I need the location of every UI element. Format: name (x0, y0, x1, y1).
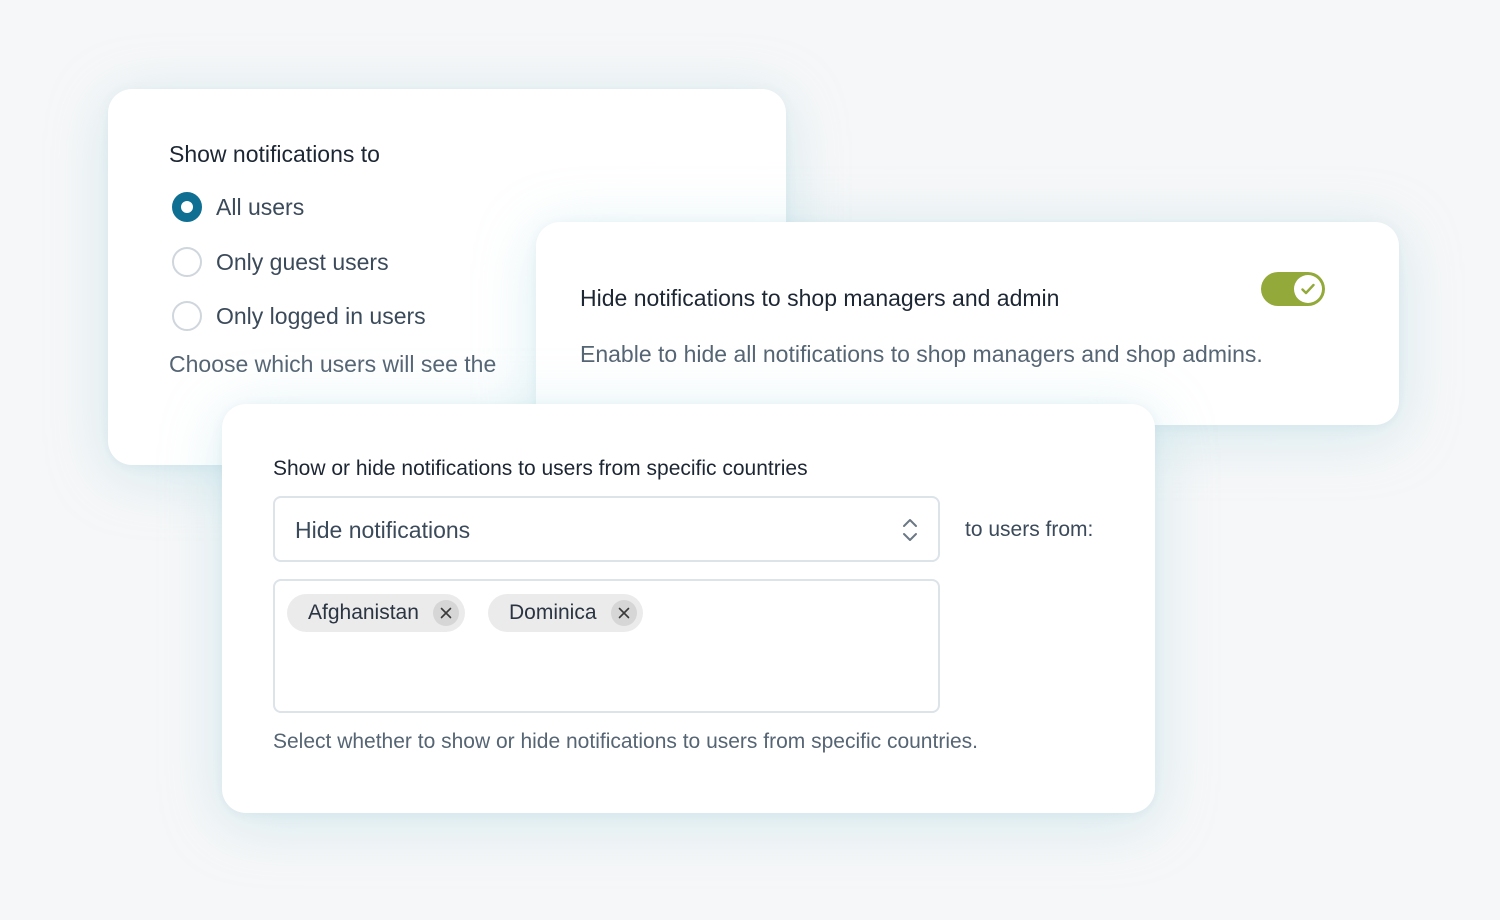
countries-card: Show or hide notifications to users from… (222, 404, 1155, 813)
radio-option-logged-in-users[interactable]: Only logged in users (172, 300, 426, 332)
settings-stage: Show notifications to All users Only gue… (0, 0, 1500, 920)
chevron-up-down-icon (903, 519, 917, 541)
radio-button[interactable] (172, 301, 202, 331)
close-icon (618, 607, 629, 619)
remove-tag-button[interactable] (610, 600, 637, 626)
audience-help-text: Choose which users will see the (169, 351, 497, 377)
country-tag-label: Dominica (509, 601, 597, 624)
radio-option-all-users[interactable]: All users (172, 191, 304, 223)
admin-toggle-help-text: Enable to hide all notifications to shop… (580, 341, 1263, 367)
country-tag: Afghanistan (287, 594, 465, 632)
admin-toggle-card: Hide notifications to shop managers and … (536, 222, 1399, 425)
visibility-mode-select[interactable]: Hide notifications (273, 496, 940, 562)
country-tag: Dominica (488, 594, 643, 632)
radio-button-checked[interactable] (172, 192, 202, 222)
close-icon (440, 607, 452, 619)
radio-label: Only guest users (216, 248, 389, 275)
admin-toggle-title: Hide notifications to shop managers and … (580, 285, 1060, 311)
remove-tag-button[interactable] (432, 600, 459, 626)
countries-title: Show or hide notifications to users from… (273, 457, 808, 480)
countries-help-text: Select whether to show or hide notificat… (273, 730, 978, 753)
hide-admin-notifications-toggle[interactable] (1261, 272, 1325, 306)
radio-button[interactable] (172, 247, 202, 277)
audience-title: Show notifications to (169, 141, 380, 167)
radio-option-guest-users[interactable]: Only guest users (172, 246, 389, 278)
toggle-knob (1294, 275, 1322, 303)
select-value: Hide notifications (295, 517, 471, 543)
country-tag-label: Afghanistan (308, 601, 419, 624)
radio-label: All users (216, 193, 305, 220)
to-users-label: to users from: (965, 518, 1094, 541)
radio-label: Only logged in users (216, 302, 426, 329)
countries-multiselect[interactable]: Afghanistan Dominica (273, 579, 940, 713)
check-icon (1301, 283, 1315, 295)
